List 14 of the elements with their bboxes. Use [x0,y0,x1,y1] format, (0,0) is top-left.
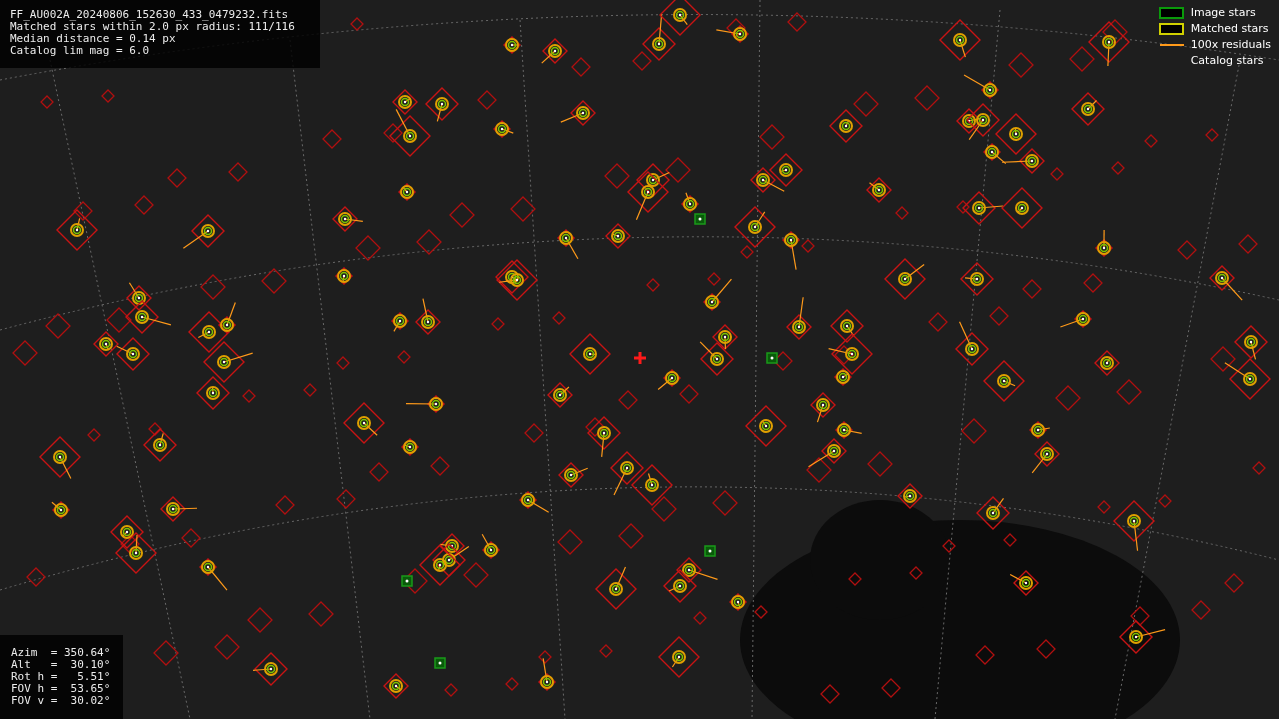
legend-label: Matched stars [1190,22,1269,35]
pointing-text: Rot h = 5.51° [11,671,112,683]
info-text: Catalog lim mag = 6.0 [10,45,151,57]
legend-label: Image stars [1190,6,1256,19]
info-text: Median distance = 0.14 px [10,33,177,45]
legend-label: Catalog stars [1190,54,1264,67]
legend-line-icon [1159,43,1184,46]
info-text: Matched stars within 2.0 px radius: 111/116 [10,21,296,33]
pointing-text: Azim = 350.64° [11,647,112,659]
info-text: FF_AU002A_20240806_152630_433_0479232.fits [10,9,290,21]
pointing-text: Alt = 30.10° [11,659,112,671]
pointing-text: FOV h = 53.65° [11,683,112,695]
legend-label: 100x residuals [1190,38,1271,51]
pointing-text: FOV v = 30.02° [11,695,112,707]
